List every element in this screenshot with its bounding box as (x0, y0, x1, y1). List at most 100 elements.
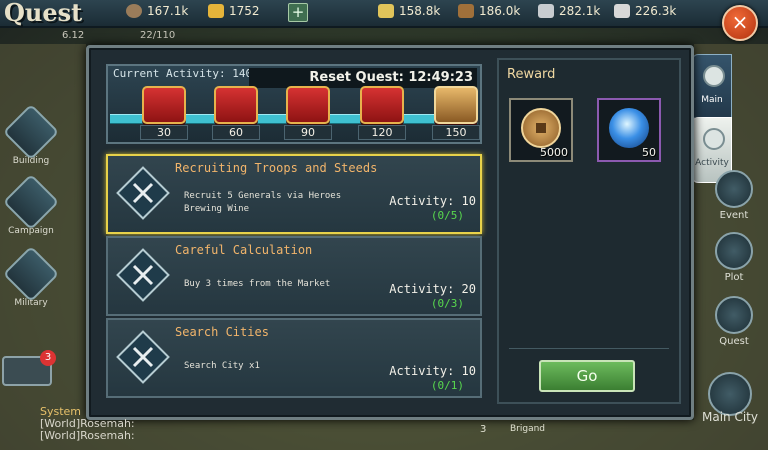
building-icon (2, 103, 60, 161)
side-item-label: Plot (724, 272, 744, 283)
quest-description: Recruit 5 Generals via Heroes Brewing Wi… (184, 190, 364, 216)
activity-chest[interactable]: 60 (212, 86, 260, 142)
quest-description-line: Brewing Wine (184, 204, 250, 214)
side-item-event[interactable]: Event (704, 170, 764, 221)
activity-chest[interactable]: 30 (140, 86, 188, 142)
quest-description-line: Search City x1 (184, 361, 260, 371)
quest-progress: (0/3) (430, 297, 464, 310)
wheat-icon (378, 4, 394, 18)
tab-main[interactable]: Main (692, 54, 732, 120)
resource-iron: 282.1k (538, 4, 600, 18)
activity-tab-icon (703, 128, 725, 150)
resource-coin: 167.1k (126, 4, 188, 18)
quest-description: Buy 3 times from the Market (184, 278, 364, 291)
quest-description-line: Buy 3 times from the Market (184, 279, 331, 289)
side-item-label: Quest (719, 336, 749, 347)
gold-chest-icon (434, 86, 478, 124)
plot-icon (715, 232, 753, 270)
reward-title: Reward (507, 67, 556, 82)
side-item-label: Event (719, 210, 749, 221)
event-icon (715, 170, 753, 208)
resource-value: 282.1k (559, 4, 601, 18)
page-title: Quest (4, 0, 83, 27)
top-resource-bar: Quest 167.1k 1752 + 158.8k 186.0k 282.1k… (0, 0, 768, 28)
mail-badge: 3 (40, 350, 56, 366)
map-marker-count: 3 (480, 424, 487, 435)
side-item-plot[interactable]: Plot (704, 232, 764, 283)
gold-ingot-icon (208, 4, 224, 18)
reward-column: Reward 5000 50 Go (497, 58, 681, 404)
blue-orb-icon (609, 108, 649, 148)
military-icon (2, 245, 60, 303)
side-item-military[interactable]: Military (0, 245, 62, 308)
quest-name: Careful Calculation (175, 243, 313, 257)
crossed-swords-icon (116, 330, 170, 384)
chest-threshold: 60 (212, 125, 260, 140)
quest-icon (715, 296, 753, 334)
activity-chest[interactable]: 120 (358, 86, 406, 142)
reset-timer: Reset Quest: 12:49:23 (249, 68, 477, 88)
chest-threshold: 150 (432, 125, 480, 140)
quest-progress: (0/5) (430, 209, 464, 222)
resource-value: 167.1k (147, 4, 189, 18)
side-item-building[interactable]: Building (0, 103, 62, 166)
red-chest-icon (360, 86, 404, 124)
chest-threshold: 90 (284, 125, 332, 140)
reward-quantity: 5000 (540, 146, 568, 159)
reward-item[interactable]: 50 (597, 98, 661, 162)
iron-ore-icon (538, 4, 554, 18)
activity-chest[interactable]: 90 (284, 86, 332, 142)
chat-panel[interactable]: System [World]Rosemah: [World]Rosemah: (0, 406, 250, 450)
add-gold-button[interactable]: + (288, 3, 308, 22)
quest-activity-points: Activity: 20 (389, 282, 476, 296)
quest-progress: (0/1) (430, 379, 464, 392)
crossed-swords-icon (116, 166, 170, 220)
reward-divider (509, 348, 669, 349)
quest-card[interactable]: Search Cities Search City x1 Activity: 1… (106, 318, 482, 398)
chat-line: [World]Rosemah: (40, 429, 135, 442)
side-item-campaign[interactable]: Campaign (0, 173, 62, 236)
resource-gold: 1752 (208, 4, 260, 18)
coin-icon (126, 4, 142, 18)
side-item-main-city[interactable]: Main City (698, 372, 762, 424)
quest-activity-points: Activity: 10 (389, 194, 476, 208)
quest-activity-points: Activity: 10 (389, 364, 476, 378)
quest-description-line: Recruit 5 Generals via Heroes (184, 191, 342, 201)
resource-value: 186.0k (479, 4, 521, 18)
current-activity: Current Activity: 140 (113, 67, 253, 80)
resource-wheat: 158.8k (378, 4, 440, 18)
lumber-icon (458, 4, 474, 18)
quest-card[interactable]: Careful Calculation Buy 3 times from the… (106, 236, 482, 316)
resource-axe: 226.3k (614, 4, 676, 18)
reward-quantity: 50 (642, 146, 656, 159)
campaign-flag-icon (2, 173, 60, 231)
activity-progress-box: Current Activity: 140 Reset Quest: 12:49… (106, 64, 482, 144)
crossed-swords-icon (116, 248, 170, 302)
quest-column: Current Activity: 140 Reset Quest: 12:49… (106, 64, 482, 404)
activity-chest[interactable]: 150 (432, 86, 480, 142)
resource-value: 226.3k (635, 4, 677, 18)
side-item-label: Main City (702, 410, 758, 424)
red-chest-icon (286, 86, 330, 124)
red-chest-icon (214, 86, 258, 124)
quest-description: Search City x1 (184, 360, 364, 373)
map-tile (0, 44, 86, 450)
sub-right-value: 22/110 (140, 30, 176, 41)
chest-threshold: 30 (140, 125, 188, 140)
mail-button[interactable]: 3 (2, 350, 56, 386)
side-item-quest[interactable]: Quest (704, 296, 764, 347)
quest-panel: Current Activity: 140 Reset Quest: 12:49… (86, 45, 694, 420)
red-chest-icon (142, 86, 186, 124)
resource-lumber: 186.0k (458, 4, 520, 18)
chest-threshold: 120 (358, 125, 406, 140)
resource-value: 1752 (229, 4, 260, 18)
tab-label: Activity (695, 158, 729, 168)
quest-name: Search Cities (175, 325, 269, 339)
reward-item[interactable]: 5000 (509, 98, 573, 162)
quest-card[interactable]: Recruiting Troops and Steeds Recruit 5 G… (106, 154, 482, 234)
tab-label: Main (701, 95, 723, 105)
copper-coin-icon (521, 108, 561, 148)
resource-value: 158.8k (399, 4, 441, 18)
close-button[interactable]: × (722, 5, 758, 41)
go-button[interactable]: Go (539, 360, 635, 392)
